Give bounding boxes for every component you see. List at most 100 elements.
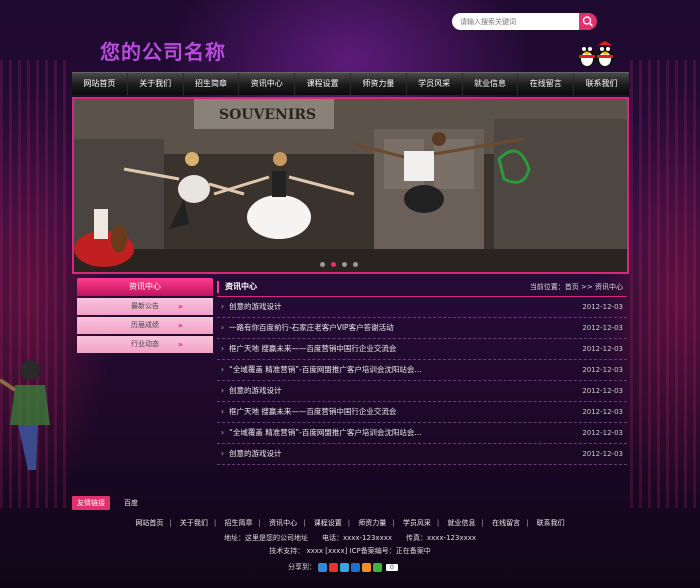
list-item[interactable]: › “全域覆盖 精准营销”-百度网盟推广客户培训会沈阳站会... 2012-12-0… [217, 423, 627, 444]
footer-separator: | [392, 519, 395, 527]
footer-separator: | [213, 519, 217, 527]
nav-item-contact[interactable]: 联系我们 [574, 73, 629, 95]
share-count: 0 [386, 563, 398, 571]
news-date: 2012-12-03 [582, 387, 623, 395]
news-title[interactable]: 创意的游戏设计 [229, 386, 282, 395]
share-bar: 分享到： 0 [288, 562, 398, 572]
hero-banner[interactable]: SOUVENIRS [72, 97, 629, 274]
bullet-icon: › [221, 302, 224, 311]
footer-link-news[interactable]: 资讯中心 [269, 519, 297, 527]
sidebar-item-label: 最新公告 [131, 302, 159, 310]
search-input[interactable] [452, 13, 580, 30]
nav-item-home[interactable]: 网站首页 [72, 73, 128, 95]
list-item[interactable]: › “全域覆盖 精准营销”-百度网盟推广客户培训会沈阳站会... 2012-12-0… [217, 360, 627, 381]
share-kaixin-icon[interactable] [362, 562, 371, 572]
news-date: 2012-12-03 [582, 408, 623, 416]
nav-item-message[interactable]: 在线留言 [518, 73, 575, 95]
slide-dot-active[interactable] [331, 262, 336, 267]
nav-item-teachers[interactable]: 师资力量 [351, 73, 407, 95]
search-box [452, 13, 597, 30]
share-more-icon[interactable] [373, 562, 382, 572]
main-nav: 网站首页 关于我们 招生简章 资讯中心 课程设置 师资力量 学员风采 就业信息 … [72, 72, 629, 95]
news-title[interactable]: 创意的游戏设计 [229, 302, 282, 311]
slide-dot[interactable] [342, 262, 347, 267]
sidebar-title: 资讯中心 [77, 278, 213, 296]
nav-item-news[interactable]: 资讯中心 [239, 73, 296, 95]
footer-separator: | [169, 519, 172, 527]
news-title[interactable]: 创意的游戏设计 [229, 449, 282, 458]
nav-item-admissions[interactable]: 招生简章 [184, 73, 240, 95]
list-item[interactable]: › 创意的游戏设计 2012-12-03 [217, 297, 627, 318]
share-renren-icon[interactable] [351, 562, 360, 572]
news-date: 2012-12-03 [582, 324, 623, 332]
news-date: 2012-12-03 [582, 345, 623, 353]
search-button[interactable] [579, 13, 597, 30]
friend-links: 友情链接 百度 [72, 496, 138, 510]
search-icon [582, 16, 594, 27]
footer-link-teachers[interactable]: 师资力量 [358, 519, 386, 527]
slide-dot[interactable] [353, 262, 358, 267]
sidebar-item-announcements[interactable]: 最新公告 » [77, 298, 213, 315]
share-tqq-icon[interactable] [340, 562, 349, 572]
footer-link-jobs[interactable]: 就业信息 [447, 519, 475, 527]
news-panel: 资讯中心 当前位置：首页 >> 资讯中心 › 创意的游戏设计 2012-12-03 … [217, 278, 627, 465]
friend-links-tag: 友情链接 [72, 496, 110, 510]
sidebar-item-industry-news[interactable]: 行业动态 » [77, 336, 213, 353]
news-title[interactable]: 框广天地 搜赢未来——百度营销中国行企业交流会 [229, 344, 396, 353]
site-logo[interactable]: 您的公司名称 [100, 36, 226, 65]
bullet-icon: › [221, 344, 224, 353]
bullet-icon: › [221, 365, 224, 374]
news-date: 2012-12-03 [582, 303, 623, 311]
news-date: 2012-12-03 [582, 429, 623, 437]
news-panel-header: 资讯中心 当前位置：首页 >> 资讯中心 [217, 278, 627, 297]
list-item[interactable]: › 框广天地 搜赢未来——百度营销中国行企业交流会 2012-12-03 [217, 402, 627, 423]
share-label: 分享到： [288, 563, 316, 571]
share-qzone-icon[interactable] [318, 562, 327, 572]
bullet-icon: › [221, 386, 224, 395]
banner-sign: SOUVENIRS [219, 107, 316, 123]
news-date: 2012-12-03 [582, 366, 623, 374]
nav-item-courses[interactable]: 课程设置 [295, 73, 351, 95]
double-chevron-right-icon: » [177, 302, 183, 311]
news-list: › 创意的游戏设计 2012-12-03 › 一路有你百度前行-石家庄老客户VIP客户… [217, 297, 627, 465]
footer-link-contact[interactable]: 联系我们 [537, 519, 565, 527]
footer-separator: | [258, 519, 261, 527]
breadcrumb: 当前位置：首页 >> 资讯中心 [529, 283, 623, 291]
footer-link-admissions[interactable]: 招生简章 [225, 519, 253, 527]
sidebar-item-results[interactable]: 历届成绩 » [77, 317, 213, 334]
news-title[interactable]: 框广天地 搜赢未来——百度营销中国行企业交流会 [229, 407, 396, 416]
nav-item-students[interactable]: 学员风采 [407, 73, 463, 95]
footer-separator: | [436, 519, 440, 527]
footer-separator: | [303, 519, 306, 527]
section-title: 资讯中心 [217, 281, 257, 293]
news-date: 2012-12-03 [582, 450, 623, 458]
footer-address: 地址：这里是您的公司地址 电话：xxxx-123xxxx 传真：xxxx-123… [223, 534, 477, 542]
sidebar-item-label: 历届成绩 [131, 321, 159, 329]
list-item[interactable]: › 一路有你百度前行-石家庄老客户VIP客户答谢活动 2012-12-03 [217, 318, 627, 339]
slide-dot[interactable] [320, 262, 325, 267]
banner-image: SOUVENIRS [74, 99, 627, 272]
qq-penguin-icon [596, 41, 614, 67]
bullet-icon: › [221, 428, 224, 437]
list-item[interactable]: › 创意的游戏设计 2012-12-03 [217, 444, 627, 465]
sidebar-item-label: 行业动态 [131, 340, 159, 348]
footer-link-about[interactable]: 关于我们 [180, 519, 208, 527]
footer-link-message[interactable]: 在线留言 [492, 519, 520, 527]
footer-link-courses[interactable]: 课程设置 [314, 519, 342, 527]
friend-link-baidu[interactable]: 百度 [124, 498, 138, 508]
dancer-decoration [0, 360, 50, 470]
list-item[interactable]: › 框广天地 搜赢未来——百度营销中国行企业交流会 2012-12-03 [217, 339, 627, 360]
news-title[interactable]: 一路有你百度前行-石家庄老客户VIP客户答谢活动 [229, 323, 394, 332]
sidebar: 资讯中心 最新公告 » 历届成绩 » 行业动态 » [77, 278, 213, 353]
footer-link-home[interactable]: 网站首页 [135, 519, 163, 527]
bullet-icon: › [221, 407, 224, 416]
footer-link-students[interactable]: 学员风采 [403, 519, 431, 527]
news-title[interactable]: “全域覆盖 精准营销”-百度网盟推广客户培训会沈阳站会... [229, 428, 422, 437]
news-title[interactable]: “全域覆盖 精准营销”-百度网盟推广客户培训会沈阳站会... [229, 365, 422, 374]
slide-indicators [320, 262, 358, 267]
nav-item-about[interactable]: 关于我们 [128, 73, 184, 95]
list-item[interactable]: › 创意的游戏设计 2012-12-03 [217, 381, 627, 402]
nav-item-jobs[interactable]: 就业信息 [463, 73, 519, 95]
footer-nav: 网站首页 | 关于我们 | 招生简章 | 资讯中心 | 课程设置 | 师资力量 | 学员风采… [0, 518, 700, 528]
share-weibo-icon[interactable] [329, 562, 338, 572]
